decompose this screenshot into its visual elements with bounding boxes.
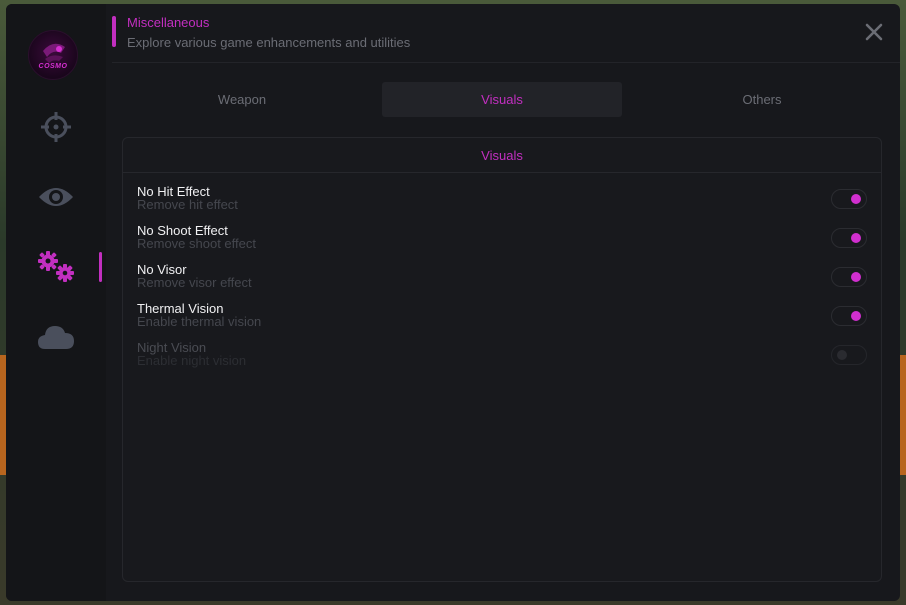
logo-emblem-icon [43, 43, 65, 63]
gears-icon [38, 251, 74, 282]
no-shoot-effect-toggle[interactable] [831, 228, 867, 248]
option-no-visor: No Visor Remove visor effect [137, 262, 867, 296]
header: Miscellaneous Explore various game enhan… [112, 4, 900, 63]
page-subtitle: Explore various game enhancements and ut… [127, 35, 411, 50]
option-description: Remove hit effect [137, 197, 238, 212]
option-thermal-vision: Thermal Vision Enable thermal vision [137, 301, 867, 335]
crosshair-icon [41, 112, 71, 142]
toggle-knob [851, 194, 861, 204]
sidebar: COSMO [6, 4, 106, 601]
eye-icon [39, 188, 73, 206]
page-title: Miscellaneous [127, 15, 210, 30]
toggle-knob [837, 350, 847, 360]
background-accent-right [900, 355, 906, 475]
cloud-icon [38, 326, 74, 349]
sidebar-item-aimbot[interactable] [6, 103, 106, 151]
tab-bar: Weapon Visuals Others [122, 82, 882, 118]
no-hit-effect-toggle[interactable] [831, 189, 867, 209]
app-logo: COSMO [28, 30, 78, 80]
thermal-vision-toggle[interactable] [831, 306, 867, 326]
sidebar-item-misc[interactable] [6, 243, 106, 291]
tab-visuals[interactable]: Visuals [382, 82, 622, 117]
active-nav-indicator [99, 252, 102, 282]
option-description: Enable thermal vision [137, 314, 262, 329]
no-visor-toggle[interactable] [831, 267, 867, 287]
toggle-knob [851, 272, 861, 282]
tab-weapon[interactable]: Weapon [122, 82, 362, 117]
option-description: Remove visor effect [137, 275, 252, 290]
header-accent-bar [112, 16, 116, 47]
misc-window: COSMO Miscellaneous Explore various game… [6, 4, 900, 601]
toggle-knob [851, 233, 861, 243]
option-night-vision: Night Vision Enable night vision [137, 340, 867, 374]
logo-text: COSMO [38, 63, 68, 70]
option-description: Enable night vision [137, 353, 247, 368]
option-no-shoot-effect: No Shoot Effect Remove shoot effect [137, 223, 867, 257]
night-vision-toggle[interactable] [831, 345, 867, 365]
option-no-hit-effect: No Hit Effect Remove hit effect [137, 184, 867, 218]
panel-title: Visuals [123, 138, 881, 173]
tab-others[interactable]: Others [642, 82, 882, 117]
sidebar-item-visuals[interactable] [6, 173, 106, 221]
option-description: Remove shoot effect [137, 236, 256, 251]
visuals-panel: Visuals No Hit Effect Remove hit effect … [122, 137, 882, 582]
sidebar-item-cloud[interactable] [6, 313, 106, 361]
close-icon [865, 23, 883, 41]
close-button[interactable] [864, 22, 884, 42]
toggle-knob [851, 311, 861, 321]
